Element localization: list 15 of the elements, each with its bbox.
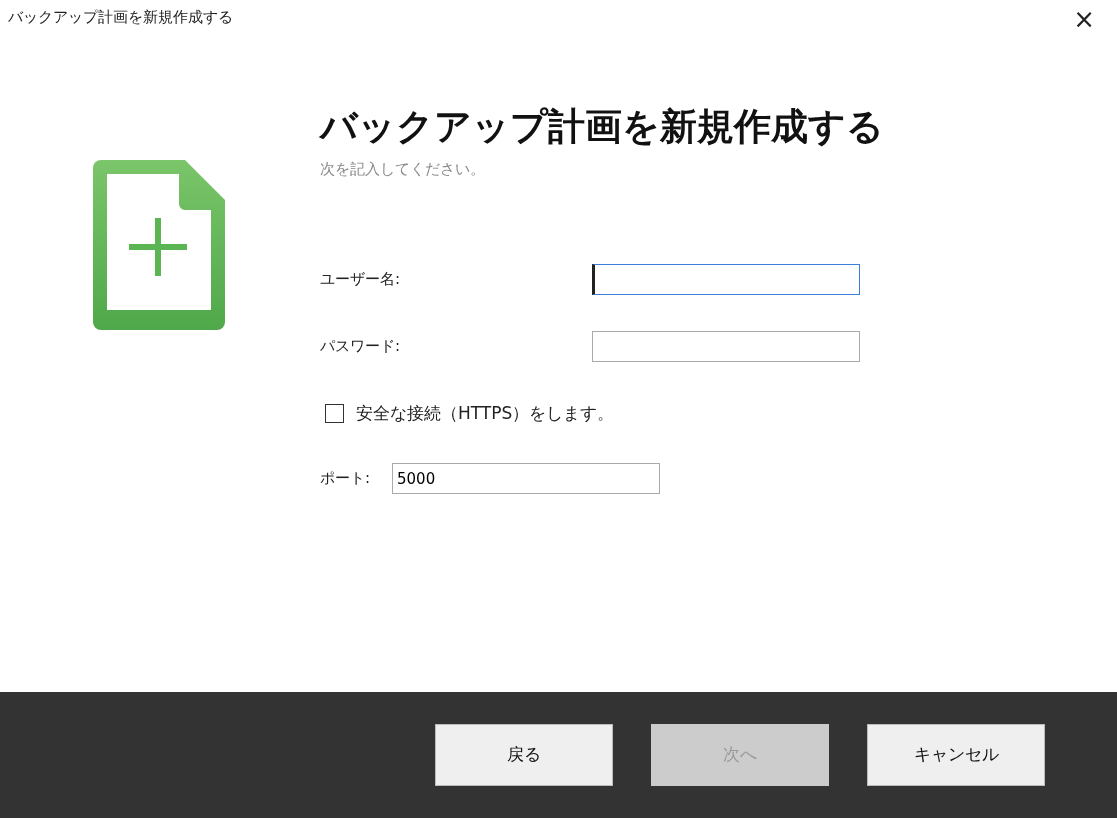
close-button[interactable]: ×	[1073, 6, 1109, 32]
username-field[interactable]	[592, 264, 860, 295]
cancel-button[interactable]: キャンセル	[867, 724, 1045, 786]
password-field[interactable]	[592, 331, 860, 362]
window-title: バックアップ計画を新規作成する	[8, 7, 233, 28]
instruction-text: 次を記入してください。	[320, 159, 486, 180]
port-field[interactable]: 5000	[392, 463, 660, 494]
https-checkbox[interactable]	[325, 404, 344, 423]
username-label: ユーザー名:	[320, 269, 402, 291]
password-label: パスワード:	[320, 336, 402, 358]
port-label: ポート:	[320, 468, 372, 490]
new-document-icon	[93, 160, 225, 330]
back-button[interactable]: 戻る	[435, 724, 613, 786]
dialog-heading: バックアップ計画を新規作成する	[320, 108, 884, 145]
https-label: 安全な接続（HTTPS）をします。	[356, 401, 615, 425]
